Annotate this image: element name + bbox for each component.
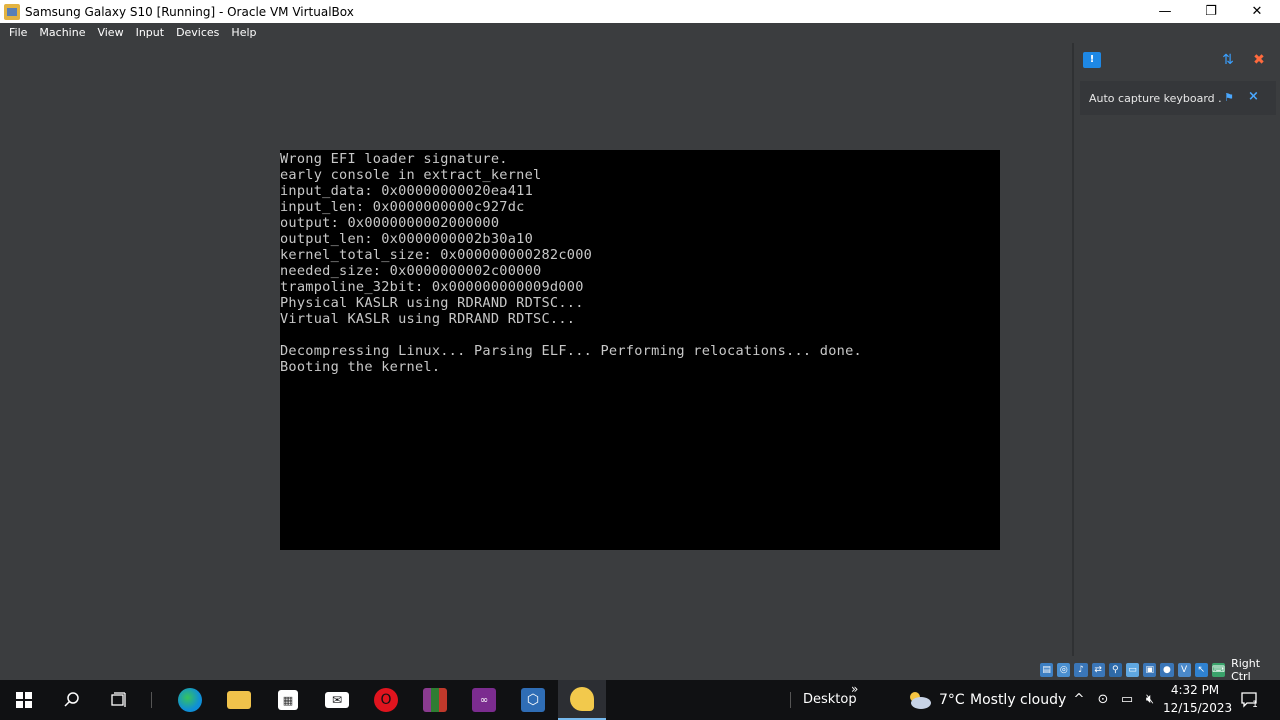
clock-date[interactable]: 12/15/2023 (1163, 701, 1232, 715)
shared-folders-icon[interactable]: ▭ (1125, 662, 1140, 677)
menu-bar: File Machine View Input Devices Help (0, 23, 1280, 43)
vm-status-bar: ▤ ◎ ♪ ⇄ ⚲ ▭ ▣ ● V ↖ ⌨ Right Ctrl (1040, 657, 1280, 683)
hard-disk-icon[interactable]: ▤ (1040, 662, 1054, 677)
opera-icon: O (374, 688, 398, 712)
menu-devices[interactable]: Devices (170, 23, 225, 43)
window-title-bar: Samsung Galaxy S10 [Running] - Oracle VM… (0, 0, 1280, 23)
notification-center: ! ⇅ ✖ Auto capture keyboard ... ⚑ × (1072, 43, 1280, 656)
pin-icon[interactable]: ⚑ (1224, 91, 1234, 104)
mail-icon: ✉ (325, 692, 349, 708)
store-icon: ▦ (278, 690, 298, 710)
console-line: Physical KASLR using RDRAND RDTSC... (280, 295, 584, 311)
network-icon[interactable]: ▭ (1119, 692, 1135, 708)
taskbar-app-opera[interactable]: O (362, 680, 410, 720)
weather-cloudy-icon[interactable] (905, 689, 933, 711)
console-line: output: 0x0000000002000000 (280, 215, 500, 231)
speech-bubble-icon[interactable]: ! (1083, 52, 1101, 68)
chevron-up-icon[interactable]: ^ (1071, 692, 1087, 708)
windows-logo-icon (16, 692, 32, 708)
taskbar-app-unknown[interactable]: ∞ (460, 680, 508, 720)
menu-help[interactable]: Help (225, 23, 262, 43)
keyboard-icon[interactable]: ⌨ (1211, 662, 1226, 677)
winrar-icon (423, 688, 447, 712)
console-line: output_len: 0x0000000002b30a10 (280, 231, 534, 247)
console-line: input_len: 0x0000000000c927dc (280, 199, 525, 215)
menu-input[interactable]: Input (130, 23, 170, 43)
taskbar-app-store[interactable]: ▦ (264, 680, 312, 720)
window-title: Samsung Galaxy S10 [Running] - Oracle VM… (25, 4, 354, 19)
task-view-icon (111, 692, 126, 707)
optical-drive-icon[interactable]: ◎ (1057, 662, 1071, 677)
taskbar-separator (151, 692, 152, 708)
start-button[interactable] (0, 680, 48, 720)
taskbar: ▦ ✉ O ∞ ⬡ Desktop » 7°C Mostly cloudy ^ … (0, 680, 1280, 720)
weather-condition[interactable]: Mostly cloudy (970, 680, 1066, 720)
notification-text: Auto capture keyboard ... (1089, 91, 1221, 105)
tray-app-icon[interactable]: ⊙ (1095, 692, 1111, 708)
chevron-right-icon[interactable]: » (851, 682, 858, 696)
menu-view[interactable]: View (91, 23, 129, 43)
console-line: early console in extract_kernel (280, 167, 542, 183)
edge-icon (178, 688, 202, 712)
console-line: input_data: 0x00000000020ea411 (280, 183, 534, 199)
audio-icon[interactable]: ♪ (1074, 662, 1088, 677)
virtualbox-icon: ⬡ (521, 688, 545, 712)
search-button[interactable] (48, 680, 96, 720)
maximize-button[interactable]: ❐ (1188, 0, 1234, 23)
console-line: Decompressing Linux... Parsing ELF... Pe… (280, 343, 862, 359)
console-line: Booting the kernel. (280, 359, 441, 375)
virtualbox-vm-icon (570, 687, 594, 711)
mouse-integration-icon[interactable]: ↖ (1194, 662, 1208, 677)
console-line: Wrong EFI loader signature. (280, 151, 508, 167)
vm-display[interactable]: Wrong EFI loader signature. early consol… (280, 150, 1000, 550)
console-line: kernel_total_size: 0x000000000282c000 (280, 247, 593, 263)
host-key-label[interactable]: Right Ctrl (1231, 657, 1280, 683)
app-icon: ∞ (472, 688, 496, 712)
task-view-button[interactable] (96, 680, 144, 720)
notification-item[interactable]: Auto capture keyboard ... ⚑ × (1080, 81, 1276, 115)
clear-all-icon[interactable]: ✖ (1250, 52, 1268, 68)
file-explorer-icon (227, 691, 251, 709)
volume-muted-icon[interactable]: 🔇︎ (1142, 692, 1158, 708)
notification-count-badge: 1 (1252, 700, 1258, 710)
taskbar-app-virtualbox[interactable]: ⬡ (509, 680, 557, 720)
taskbar-app-mail[interactable]: ✉ (313, 680, 361, 720)
close-icon[interactable]: × (1248, 89, 1259, 104)
virtualbox-vm-icon (4, 3, 20, 20)
weather-temperature[interactable]: 7°C (939, 680, 965, 720)
menu-file[interactable]: File (3, 23, 33, 43)
sort-icon[interactable]: ⇅ (1220, 52, 1236, 68)
display-icon[interactable]: ▣ (1143, 662, 1157, 677)
taskbar-app-file-explorer[interactable] (215, 680, 263, 720)
recording-icon[interactable]: ● (1160, 662, 1174, 677)
taskbar-app-edge[interactable] (166, 680, 214, 720)
usb-icon[interactable]: ⚲ (1108, 662, 1122, 677)
minimize-icon: — (1158, 4, 1172, 19)
maximize-icon: ❐ (1205, 4, 1217, 19)
menu-machine[interactable]: Machine (33, 23, 91, 43)
console-line: Virtual KASLR using RDRAND RDTSC... (280, 311, 576, 327)
clock-time[interactable]: 4:32 PM (1165, 683, 1225, 697)
virtualization-icon[interactable]: V (1177, 662, 1191, 677)
taskbar-separator (790, 692, 791, 708)
desktop-toolbar-label[interactable]: Desktop (803, 680, 857, 720)
close-button[interactable]: ✕ (1234, 0, 1280, 23)
console-line: needed_size: 0x0000000002c00000 (280, 263, 542, 279)
minimize-button[interactable]: — (1142, 0, 1188, 23)
search-icon (64, 692, 79, 707)
console-line: trampoline_32bit: 0x000000000009d000 (280, 279, 584, 295)
close-icon: ✕ (1251, 4, 1263, 19)
taskbar-app-virtualbox-vm[interactable] (558, 680, 606, 720)
network-icon[interactable]: ⇄ (1091, 662, 1105, 677)
taskbar-app-winrar[interactable] (411, 680, 459, 720)
